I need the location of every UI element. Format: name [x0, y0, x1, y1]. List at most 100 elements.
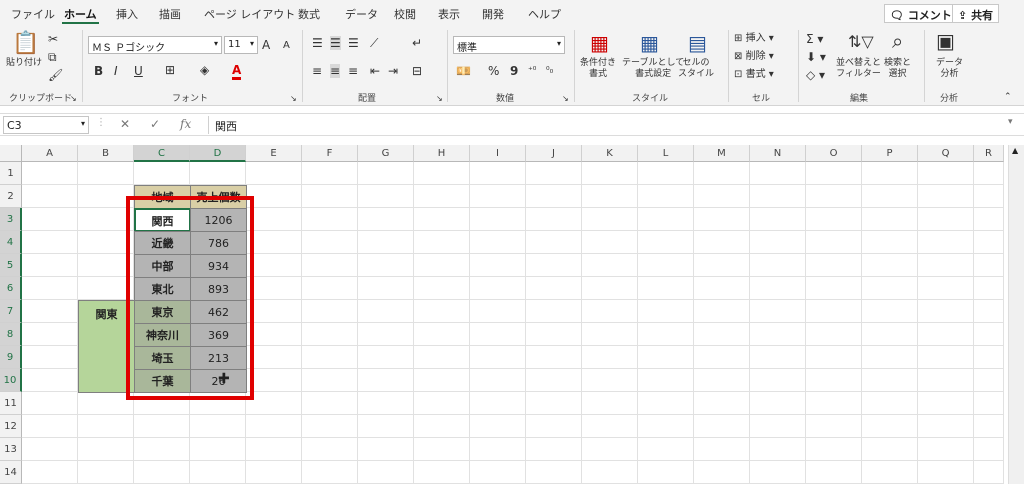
grid-cell[interactable] — [470, 346, 526, 369]
grid-cell[interactable] — [862, 438, 918, 461]
grid-cell[interactable] — [22, 185, 78, 208]
grid-cell[interactable] — [750, 323, 806, 346]
grid-cell[interactable] — [694, 392, 750, 415]
row-header-9[interactable]: 9 — [0, 346, 22, 369]
column-header-o[interactable]: O — [806, 145, 862, 162]
orientation-icon[interactable]: ⟋ — [370, 36, 378, 50]
grid-cell[interactable] — [302, 369, 358, 392]
column-header-d[interactable]: D — [190, 145, 246, 162]
grid-cell[interactable] — [918, 162, 974, 185]
column-header-m[interactable]: M — [694, 145, 750, 162]
grid-cell[interactable] — [190, 438, 246, 461]
grid-cell[interactable] — [750, 369, 806, 392]
grid-cell[interactable] — [22, 392, 78, 415]
grid-cell[interactable] — [246, 254, 302, 277]
grid-cell[interactable] — [918, 208, 974, 231]
column-header-h[interactable]: H — [414, 145, 470, 162]
grid-cell[interactable] — [806, 300, 862, 323]
grid-cell[interactable] — [78, 277, 134, 300]
grid-cell[interactable] — [806, 208, 862, 231]
column-header-f[interactable]: F — [302, 145, 358, 162]
share-button[interactable]: ⇪ 共有 — [952, 4, 1000, 23]
copy-icon[interactable]: ⧉ — [48, 50, 57, 64]
grid-cell[interactable] — [78, 208, 134, 231]
format-painter-icon[interactable]: 🖌 — [48, 68, 63, 82]
row-header-1[interactable]: 1 — [0, 162, 22, 185]
grid-cell[interactable] — [526, 162, 582, 185]
conditional-formatting-button[interactable]: 条件付き 書式 — [580, 58, 616, 80]
grid-cell[interactable] — [582, 300, 638, 323]
grid-cell[interactable] — [22, 438, 78, 461]
column-header-b[interactable]: B — [78, 145, 134, 162]
column-header-i[interactable]: I — [470, 145, 526, 162]
column-header-p[interactable]: P — [862, 145, 918, 162]
formula-input[interactable]: 関西 — [208, 116, 1020, 134]
row-header-8[interactable]: 8 — [0, 323, 22, 346]
cell-styles-icon[interactable]: ▤ — [688, 32, 707, 54]
grid-cell[interactable] — [134, 461, 190, 484]
clear-icon[interactable]: ◇ ▾ — [806, 68, 825, 82]
grid-cell[interactable] — [414, 231, 470, 254]
grid-cell[interactable] — [694, 185, 750, 208]
grid-cell[interactable] — [302, 438, 358, 461]
column-header-a[interactable]: A — [22, 145, 78, 162]
grid-cell[interactable] — [246, 231, 302, 254]
grid-cell[interactable] — [918, 231, 974, 254]
column-header-j[interactable]: J — [526, 145, 582, 162]
grid-cell[interactable] — [414, 162, 470, 185]
sort-filter-button[interactable]: 並べ替えと フィルター — [836, 58, 881, 80]
paste-button[interactable]: 貼り付け — [6, 58, 42, 69]
grid-cell[interactable] — [750, 277, 806, 300]
grid-cell[interactable] — [358, 208, 414, 231]
grid-cell[interactable] — [694, 300, 750, 323]
grid-cell[interactable] — [526, 277, 582, 300]
grid-cell[interactable] — [582, 392, 638, 415]
grid-cell[interactable] — [470, 392, 526, 415]
italic-button[interactable]: I — [114, 64, 118, 78]
name-box[interactable]: C3 ▾ — [3, 116, 89, 134]
cancel-icon[interactable]: ✕ — [120, 117, 130, 131]
grid-cell[interactable] — [974, 323, 1004, 346]
row-header-10[interactable]: 10 — [0, 369, 22, 392]
comment-button[interactable]: 🗨 コメント — [884, 4, 958, 23]
grid-cell[interactable] — [638, 254, 694, 277]
grid-cell[interactable] — [750, 415, 806, 438]
grid-cell[interactable] — [582, 346, 638, 369]
grid-cell[interactable] — [246, 392, 302, 415]
grid-cell[interactable] — [974, 254, 1004, 277]
grid-cell[interactable] — [806, 185, 862, 208]
grid-cell[interactable] — [638, 392, 694, 415]
grid-cell[interactable] — [470, 300, 526, 323]
grid-cell[interactable] — [862, 231, 918, 254]
grid-cell[interactable] — [190, 392, 246, 415]
grid-cell[interactable] — [918, 277, 974, 300]
grid-cell[interactable] — [638, 231, 694, 254]
grid-cell[interactable] — [302, 208, 358, 231]
sales-cell[interactable]: 934 — [190, 254, 247, 278]
grid-cell[interactable] — [806, 415, 862, 438]
grid-cell[interactable] — [526, 300, 582, 323]
grid-cell[interactable] — [694, 346, 750, 369]
grid-cell[interactable] — [358, 461, 414, 484]
grid-cell[interactable] — [526, 323, 582, 346]
grid-cell[interactable] — [974, 461, 1004, 484]
percent-style-button[interactable]: % — [488, 64, 499, 78]
grid-cell[interactable] — [470, 254, 526, 277]
align-bottom-icon[interactable]: ☰ — [348, 36, 359, 50]
row-header-2[interactable]: 2 — [0, 185, 22, 208]
grid-cell[interactable] — [806, 277, 862, 300]
region-cell[interactable]: 東北 — [134, 277, 191, 301]
grid-cell[interactable] — [78, 392, 134, 415]
row-header-11[interactable]: 11 — [0, 392, 22, 415]
grid-cell[interactable] — [750, 461, 806, 484]
align-middle-icon[interactable]: ☰ — [330, 36, 341, 50]
grid-cell[interactable] — [750, 438, 806, 461]
grid-cell[interactable] — [22, 369, 78, 392]
grid-cell[interactable] — [78, 438, 134, 461]
grid-cell[interactable] — [694, 254, 750, 277]
grid-cell[interactable] — [358, 392, 414, 415]
grid-cell[interactable] — [134, 415, 190, 438]
grid-cell[interactable] — [134, 392, 190, 415]
grid-cell[interactable] — [862, 185, 918, 208]
grid-cell[interactable] — [750, 208, 806, 231]
